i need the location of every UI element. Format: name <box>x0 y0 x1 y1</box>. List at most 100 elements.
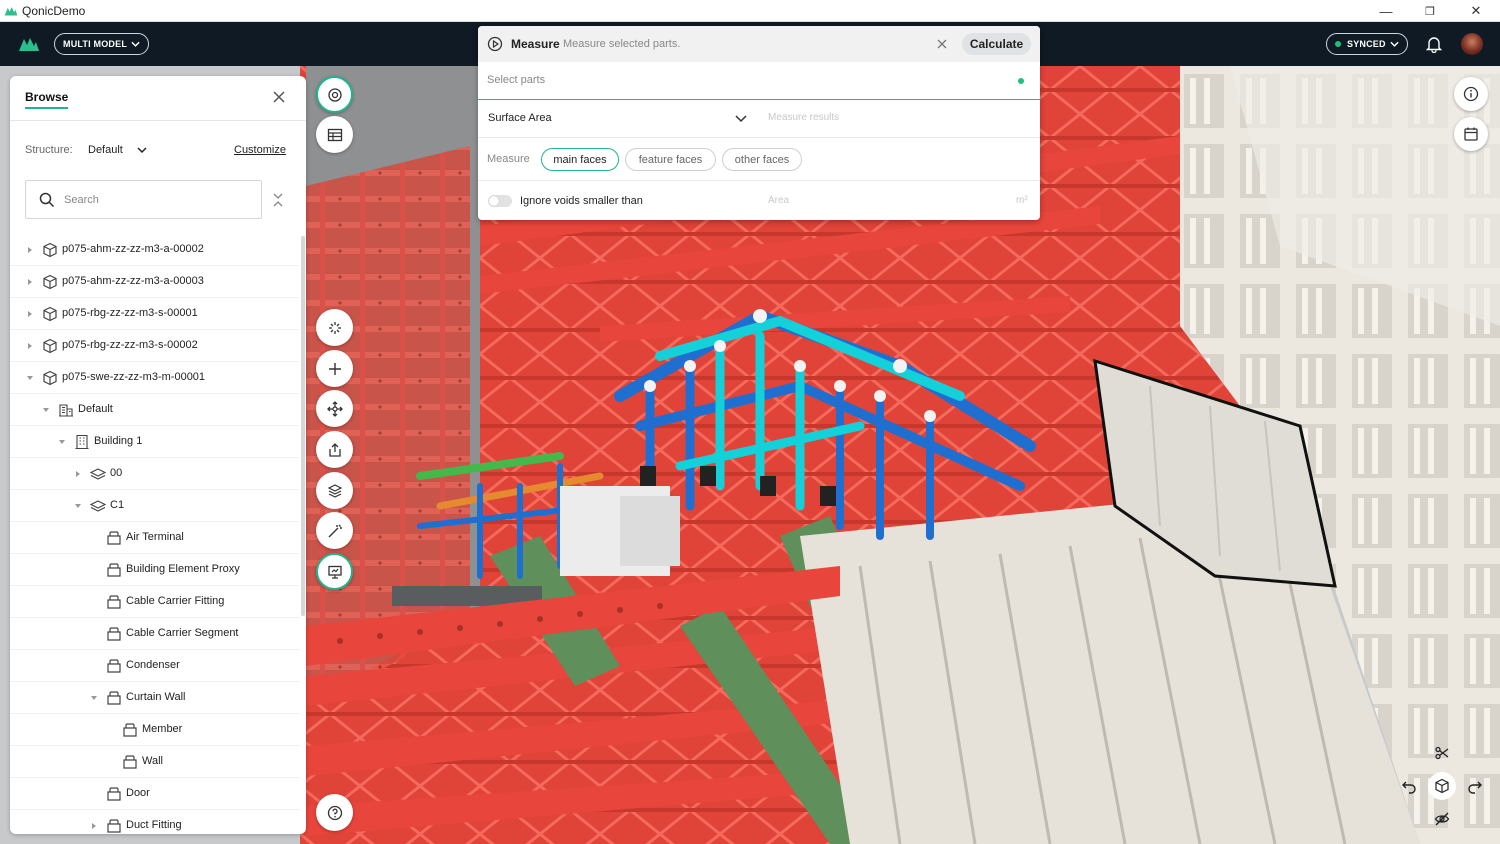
export-icon <box>328 442 341 457</box>
chevron-down-icon[interactable] <box>735 114 747 123</box>
measure-results-field: Measure results <box>768 112 840 123</box>
tree-item[interactable]: Door <box>10 778 300 810</box>
restore-button[interactable]: ❐ <box>1408 0 1452 22</box>
calendar-button[interactable] <box>1454 117 1488 151</box>
element-class-icon <box>107 531 121 545</box>
tree-item[interactable]: Building 1 <box>10 426 300 458</box>
chip-main-faces[interactable]: main faces <box>541 148 619 171</box>
info-button[interactable] <box>1454 77 1488 111</box>
caret-right-icon[interactable] <box>26 278 34 286</box>
hide-button[interactable] <box>1428 805 1456 833</box>
box-layers-button[interactable] <box>316 472 353 509</box>
measure-mode-row: Surface Area Measure results <box>478 100 1040 138</box>
tree-item-label: Building 1 <box>94 435 143 447</box>
window-titlebar: QonicDemo — ❐ ✕ <box>0 0 1500 22</box>
tree-item[interactable]: Default <box>10 394 300 426</box>
brand-logo-icon[interactable] <box>18 36 40 52</box>
close-icon[interactable] <box>272 90 286 104</box>
export-button[interactable] <box>316 431 353 468</box>
tree-item[interactable]: p075-ahm-zz-zz-m3-a-00002 <box>10 234 300 266</box>
search-icon <box>39 192 55 208</box>
divider <box>10 120 306 121</box>
chip-other-faces[interactable]: other faces <box>722 148 802 171</box>
structure-select[interactable]: Default <box>88 144 123 156</box>
info-icon <box>1463 86 1479 102</box>
calendar-icon <box>1464 127 1478 141</box>
section-cut-button[interactable] <box>1428 739 1456 767</box>
caret-down-icon[interactable] <box>42 406 50 414</box>
caret-down-icon[interactable] <box>58 438 66 446</box>
tree-item[interactable]: Member <box>10 714 300 746</box>
table-button[interactable] <box>316 116 353 153</box>
undo-button[interactable] <box>1395 772 1423 800</box>
measure-header: Measure Measure selected parts. Calculat… <box>478 26 1040 62</box>
element-class-icon <box>107 659 121 673</box>
measure-subtitle: Measure selected parts. <box>563 38 681 50</box>
play-icon[interactable] <box>487 36 503 52</box>
collapse-all-icon[interactable] <box>272 193 284 207</box>
close-window-button[interactable]: ✕ <box>1454 0 1498 22</box>
tree-item[interactable]: Cable Carrier Segment <box>10 618 300 650</box>
chevron-down-icon <box>131 41 140 47</box>
bell-icon[interactable] <box>1425 35 1443 53</box>
chevron-down-icon <box>1390 41 1399 47</box>
tree-item[interactable]: p075-rbg-zz-zz-m3-s-00001 <box>10 298 300 330</box>
tree-item[interactable]: Curtain Wall <box>10 682 300 714</box>
tree-item[interactable]: p075-ahm-zz-zz-m3-a-00003 <box>10 266 300 298</box>
tab-browse[interactable]: Browse <box>25 90 69 109</box>
tree-item-label: p075-ahm-zz-zz-m3-a-00003 <box>62 275 204 287</box>
user-avatar[interactable] <box>1461 33 1483 55</box>
magic-wand-button[interactable] <box>316 512 353 549</box>
tree-item[interactable]: Air Terminal <box>10 522 300 554</box>
tree-item-label: 00 <box>110 467 123 479</box>
tree-item[interactable]: p075-swe-zz-zz-m3-m-00001 <box>10 362 300 394</box>
tree-item[interactable]: Wall <box>10 746 300 778</box>
tree-item-label: Default <box>78 403 113 415</box>
model-cube-icon <box>43 274 57 290</box>
search-input[interactable] <box>64 191 244 209</box>
move-icon <box>326 400 343 417</box>
multi-model-button[interactable]: MULTI MODEL <box>54 33 150 55</box>
tree-item[interactable]: Building Element Proxy <box>10 554 300 586</box>
caret-right-icon[interactable] <box>74 470 82 478</box>
tree-item[interactable]: C1 <box>10 490 300 522</box>
chevron-down-icon[interactable] <box>137 146 147 154</box>
measure-mode-select[interactable]: Surface Area <box>488 112 552 124</box>
browse-panel: Browse Structure: Default Customize p075… <box>10 76 306 834</box>
caret-right-icon[interactable] <box>26 246 34 254</box>
sidebar-scrollbar[interactable] <box>301 236 305 616</box>
customize-link[interactable]: Customize <box>234 144 286 156</box>
close-icon[interactable] <box>937 39 947 49</box>
area-input[interactable]: Area <box>768 195 789 206</box>
caret-right-icon[interactable] <box>90 822 98 830</box>
sparkle-button[interactable] <box>316 309 353 346</box>
caret-down-icon[interactable] <box>90 694 98 702</box>
presentation-button[interactable] <box>316 553 353 590</box>
ignore-voids-toggle[interactable] <box>488 195 512 207</box>
chip-feature-faces[interactable]: feature faces <box>625 148 716 171</box>
view-cube-button[interactable] <box>1428 772 1456 800</box>
caret-down-icon[interactable] <box>74 502 82 510</box>
caret-right-icon[interactable] <box>26 310 34 318</box>
tree-item[interactable]: p075-rbg-zz-zz-m3-s-00002 <box>10 330 300 362</box>
move-button[interactable] <box>316 390 353 427</box>
redo-button[interactable] <box>1461 772 1489 800</box>
area-unit: m² <box>1016 195 1028 206</box>
tree-item[interactable]: Condenser <box>10 650 300 682</box>
tree-item[interactable]: 00 <box>10 458 300 490</box>
tree-item[interactable]: Cable Carrier Fitting <box>10 586 300 618</box>
model-cube-icon <box>43 338 57 354</box>
sync-status-button[interactable]: SYNCED <box>1326 33 1408 55</box>
select-parts-field[interactable]: Select parts <box>478 62 1040 100</box>
add-button[interactable] <box>316 350 353 387</box>
target-button[interactable] <box>316 76 353 113</box>
caret-right-icon[interactable] <box>26 342 34 350</box>
search-box[interactable] <box>25 180 262 219</box>
help-button[interactable] <box>316 794 353 831</box>
storey-layers-icon <box>90 500 106 512</box>
minimize-button[interactable]: — <box>1364 0 1408 22</box>
calculate-button[interactable]: Calculate <box>962 33 1031 55</box>
caret-down-icon[interactable] <box>26 374 34 382</box>
ignore-voids-label: Ignore voids smaller than <box>520 195 643 207</box>
tree-item[interactable]: Duct Fitting <box>10 810 300 834</box>
